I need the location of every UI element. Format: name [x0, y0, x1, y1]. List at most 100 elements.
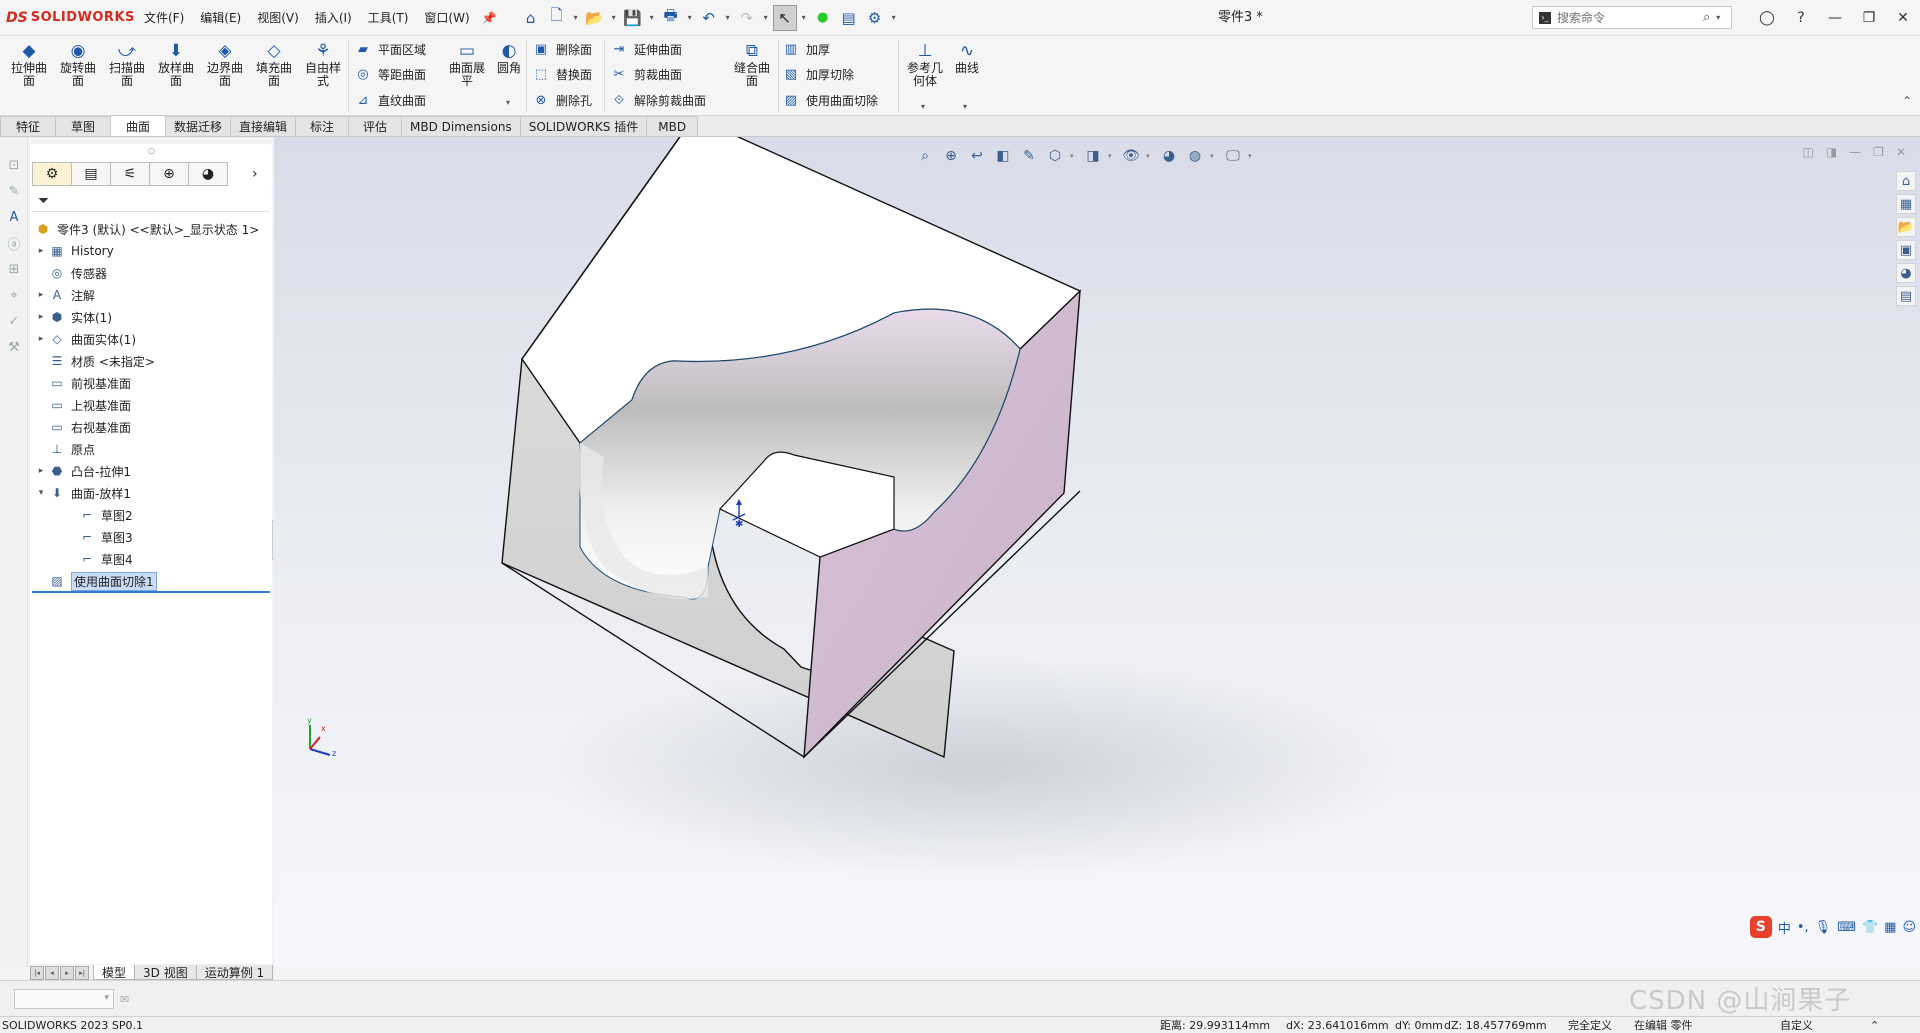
save-icon[interactable]: 💾 — [621, 5, 645, 31]
smart-dimension-icon[interactable]: ⊡ — [4, 155, 24, 175]
view-settings-dropdown-icon[interactable]: ▾ — [1248, 152, 1256, 160]
tree-item[interactable]: ▸ ▦ History — [30, 240, 272, 262]
appearances-icon[interactable]: ◕ — [1896, 263, 1916, 283]
tab-direct-editing[interactable]: 直接编辑 — [230, 116, 297, 136]
ime-punctuation-label[interactable]: •, — [1797, 920, 1809, 935]
trim-surface-button[interactable]: ✂ 剪裁曲面 — [610, 63, 682, 85]
prev-tab-icon[interactable]: ◂ — [45, 966, 59, 980]
surface-finish-icon[interactable]: ✓ — [4, 311, 24, 331]
previous-view-icon[interactable]: ↩ — [966, 145, 988, 167]
offset-surface-button[interactable]: ◎ 等距曲面 — [354, 63, 426, 85]
apply-scene-dropdown-icon[interactable]: ▾ — [1210, 152, 1218, 160]
replace-face-button[interactable]: ⬚ 替换面 — [532, 63, 592, 85]
surface-cut-button[interactable]: ▨ 使用曲面切除 — [782, 89, 878, 111]
tree-item[interactable]: ▸ A 注解 — [30, 284, 272, 306]
view-orientation-icon[interactable]: ⬡ — [1044, 145, 1066, 167]
geometric-tolerance-icon[interactable]: ⌖ — [4, 285, 24, 305]
tree-item-surface-cut[interactable]: ▨ 使用曲面切除1 — [30, 570, 272, 592]
edit-appearance-icon[interactable]: ◕ — [1158, 145, 1180, 167]
flatten-surface-button[interactable]: ▭ 曲面展平 — [444, 40, 490, 88]
tree-item[interactable]: ▸ ⬣ 凸台-拉伸1 — [30, 460, 272, 482]
dynamic-annotation-icon[interactable]: ✎ — [1018, 145, 1040, 167]
new-document-icon[interactable]: 🗋 — [545, 5, 569, 31]
custom-properties-icon[interactable]: ▤ — [1896, 286, 1916, 306]
menu-view[interactable]: 视图(V) — [249, 0, 307, 36]
revolve-surface-button[interactable]: ◉ 旋转曲面 — [55, 40, 101, 88]
tree-expander-icon[interactable]: ▸ — [34, 312, 48, 322]
menu-insert[interactable]: 插入(I) — [307, 0, 360, 36]
redo-dropdown-icon[interactable]: ▾ — [761, 13, 771, 22]
freeform-button[interactable]: ⚘ 自由样式 — [300, 40, 346, 88]
curves-button[interactable]: ∿ 曲线 — [944, 40, 990, 75]
viewport-minimize-icon[interactable]: — — [1849, 145, 1861, 159]
next-tab-icon[interactable]: ▸ — [60, 966, 74, 980]
menu-tools[interactable]: 工具(T) — [360, 0, 417, 36]
tab-3d-views[interactable]: 3D 视图 — [134, 965, 197, 980]
display-style-dropdown-icon[interactable]: ▾ — [1108, 152, 1116, 160]
sweep-surface-button[interactable]: ⤻ 扫描曲面 — [104, 40, 150, 88]
extend-surface-button[interactable]: ⇥ 延伸曲面 — [610, 38, 682, 60]
select-dropdown-icon[interactable]: ▾ — [799, 13, 809, 22]
tab-sketch[interactable]: 草图 — [55, 116, 111, 136]
curves-dropdown-icon[interactable]: ▾ — [963, 102, 967, 111]
hide-show-items-icon[interactable]: 👁 — [1120, 145, 1142, 167]
tree-expander-icon[interactable]: ▾ — [34, 488, 48, 498]
ime-language-label[interactable]: 中 — [1778, 918, 1791, 937]
tree-item[interactable]: ☰ 材质 <未指定> — [30, 350, 272, 372]
planar-surface-button[interactable]: ▰ 平面区域 — [354, 38, 426, 60]
viewport-split2-icon[interactable]: ◨ — [1826, 145, 1837, 159]
search-dropdown-icon[interactable]: ▾ — [1716, 13, 1720, 22]
view-orientation-dropdown-icon[interactable]: ▾ — [1070, 152, 1078, 160]
status-chevron-icon[interactable]: ⌃ — [1870, 1019, 1879, 1032]
first-tab-icon[interactable]: |◂ — [30, 966, 44, 980]
section-view-icon[interactable]: ◧ — [992, 145, 1014, 167]
panel-grip-icon[interactable]: ○ — [148, 146, 155, 155]
zoom-to-area-icon[interactable]: ⊕ — [940, 145, 962, 167]
skin-icon[interactable]: 👕 — [1862, 920, 1878, 935]
tree-item-sketch4[interactable]: ⌐ 草图4 — [30, 548, 272, 570]
thicken-button[interactable]: ▥ 加厚 — [782, 38, 830, 60]
tree-item-sketch2[interactable]: ⌐ 草图2 — [30, 504, 272, 526]
print-dropdown-icon[interactable]: ▾ — [685, 13, 695, 22]
save-dropdown-icon[interactable]: ▾ — [647, 13, 657, 22]
graphics-area[interactable]: ✱ ⌕ ⊕ ↩ ◧ ✎ ⬡ ▾ ◨ ▾ 👁 ▾ ◕ ◍ ▾ 🖵 ▾ ◫ ◨ — ❐ ✕ ⌂… — [274, 137, 1920, 967]
search-icon[interactable]: ⌕ — [1703, 10, 1710, 25]
apply-scene-icon[interactable]: ◍ — [1184, 145, 1206, 167]
tree-item[interactable]: ▭ 右视基准面 — [30, 416, 272, 438]
tab-surfaces[interactable]: 曲面 — [110, 115, 166, 136]
rebuild-traffic-light-icon[interactable]: ● — [811, 5, 835, 31]
more-tabs-chevron-icon[interactable]: › — [252, 166, 258, 182]
view-palette-icon[interactable]: ▣ — [1896, 240, 1916, 260]
annotation-tool-icon[interactable]: A — [4, 207, 24, 227]
keyboard-icon[interactable]: ⌨ — [1837, 920, 1856, 935]
fillet-dropdown-icon[interactable]: ▾ — [506, 98, 510, 107]
design-library-icon[interactable]: ▦ — [1896, 194, 1916, 214]
delete-face-button[interactable]: ▣ 删除面 — [532, 38, 592, 60]
options-dropdown-icon[interactable]: ▾ — [889, 13, 899, 22]
tree-item[interactable]: ▸ ◇ 曲面实体(1) — [30, 328, 272, 350]
undo-dropdown-icon[interactable]: ▾ — [723, 13, 733, 22]
tab-model[interactable]: 模型 — [93, 965, 136, 980]
untrim-surface-button[interactable]: ⟐ 解除剪裁曲面 — [610, 89, 706, 111]
zoom-to-fit-icon[interactable]: ⌕ — [914, 145, 936, 167]
tab-solidworks-addins[interactable]: SOLIDWORKS 插件 — [519, 116, 648, 136]
options-gear-icon[interactable]: ⚙ — [863, 5, 887, 31]
tree-expander-icon[interactable]: ▸ — [34, 466, 48, 476]
print-icon[interactable]: 🖶 — [659, 5, 683, 31]
sogou-ime-icon[interactable]: S — [1749, 916, 1772, 938]
tree-item[interactable]: ⊥ 原点 — [30, 438, 272, 460]
solidworks-logo[interactable]: DS SOLIDWORKS — [6, 10, 136, 26]
note-icon[interactable]: ✎ — [4, 181, 24, 201]
redo-icon[interactable]: ↷ — [735, 5, 759, 31]
loft-surface-button[interactable]: ⬇ 放样曲面 — [153, 40, 199, 88]
tree-item[interactable]: ◎ 传感器 — [30, 262, 272, 284]
tab-mbd[interactable]: MBD — [646, 116, 699, 136]
viewport-close-icon[interactable]: ✕ — [1896, 145, 1906, 159]
display-manager-tab-icon[interactable]: ◕ — [188, 162, 228, 186]
boundary-surface-button[interactable]: ◈ 边界曲面 — [202, 40, 248, 88]
minimize-icon[interactable]: — — [1818, 0, 1852, 36]
fill-surface-button[interactable]: ◇ 填充曲面 — [251, 40, 297, 88]
tab-data-migration[interactable]: 数据迁移 — [165, 116, 232, 136]
file-explorer-icon[interactable]: 📂 — [1896, 217, 1916, 237]
viewport-split-icon[interactable]: ◫ — [1802, 145, 1813, 159]
